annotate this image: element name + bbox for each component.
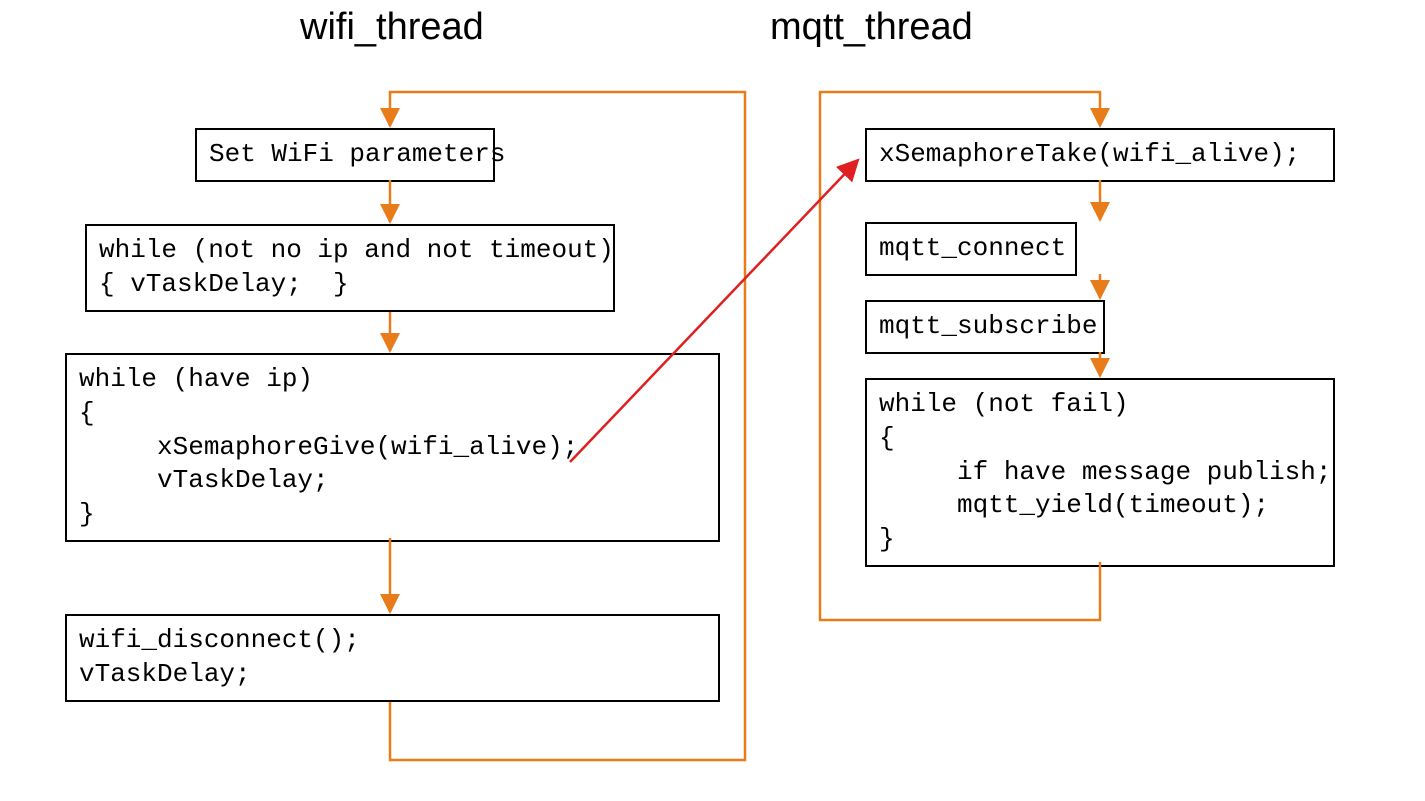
mqtt-step-sem-take: xSemaphoreTake(wifi_alive);: [865, 128, 1335, 182]
title-wifi-thread: wifi_thread: [300, 6, 484, 49]
wifi-step-have-ip-loop: while (have ip) { xSemaphoreGive(wifi_al…: [65, 353, 720, 542]
title-mqtt-thread: mqtt_thread: [770, 6, 973, 49]
diagram-canvas: wifi_thread mqtt_thread Set WiFi paramet…: [0, 0, 1425, 801]
wifi-step-disconnect: wifi_disconnect(); vTaskDelay;: [65, 614, 720, 702]
mqtt-step-subscribe: mqtt_subscribe: [865, 300, 1105, 354]
wifi-step-wait-ip: while (not no ip and not timeout) { vTas…: [85, 224, 615, 312]
mqtt-step-connect: mqtt_connect: [865, 222, 1077, 276]
wifi-step-set-params: Set WiFi parameters: [195, 128, 495, 182]
mqtt-step-loop: while (not fail) { if have message publi…: [865, 378, 1335, 567]
